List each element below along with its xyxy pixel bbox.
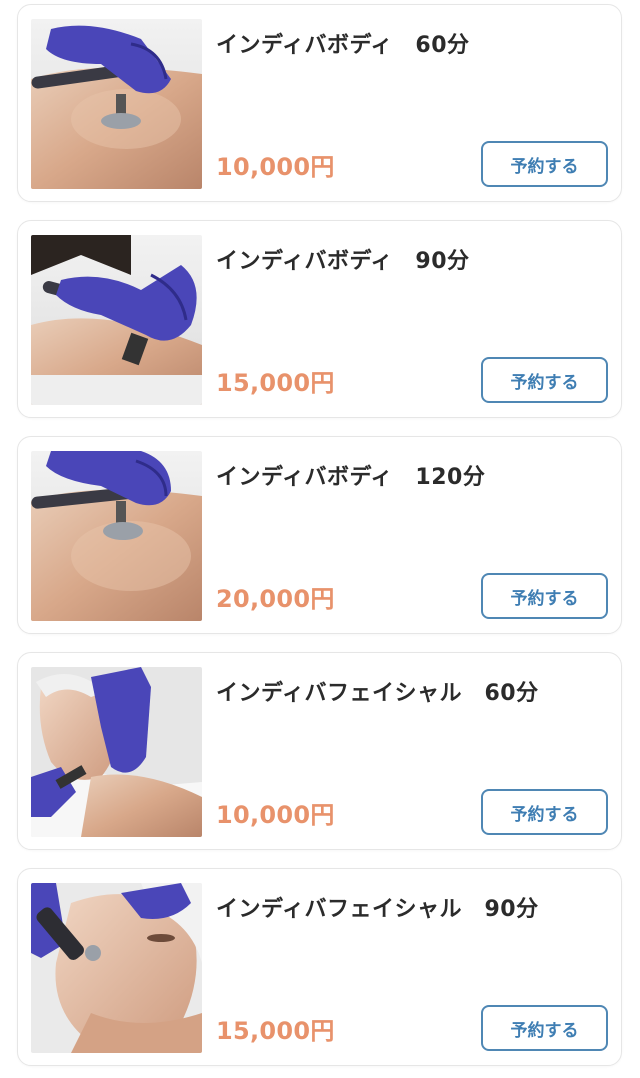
menu-title: インディバフェイシャル 60分 [216,681,539,706]
menu-title: インディバフェイシャル 90分 [216,897,539,922]
menu-price: 15,000円 [216,1017,335,1045]
reserve-button[interactable]: 予約する [481,573,608,619]
body-treatment-photo [31,19,202,189]
menu-title: インディバボディ 90分 [216,249,470,274]
menu-list: インディバボディ 60分 10,000円 予約する インディバボディ 90分 1… [0,0,640,1078]
menu-card: インディバフェイシャル 60分 10,000円 予約する [17,652,622,850]
menu-price: 15,000円 [216,369,335,397]
reserve-button[interactable]: 予約する [481,141,608,187]
reserve-button[interactable]: 予約する [481,1005,608,1051]
body-treatment-photo [31,235,202,405]
menu-price: 20,000円 [216,585,335,613]
menu-card: インディバボディ 120分 20,000円 予約する [17,436,622,634]
menu-card: インディバボディ 90分 15,000円 予約する [17,220,622,418]
menu-title: インディバボディ 120分 [216,465,486,490]
menu-card: インディバボディ 60分 10,000円 予約する [17,4,622,202]
menu-card: インディバフェイシャル 90分 15,000円 予約する [17,868,622,1066]
menu-price: 10,000円 [216,153,335,181]
reserve-button[interactable]: 予約する [481,357,608,403]
menu-title: インディバボディ 60分 [216,33,470,58]
body-treatment-photo [31,451,202,621]
facial-treatment-photo [31,667,202,837]
menu-price: 10,000円 [216,801,335,829]
facial-treatment-photo [31,883,202,1053]
reserve-button[interactable]: 予約する [481,789,608,835]
